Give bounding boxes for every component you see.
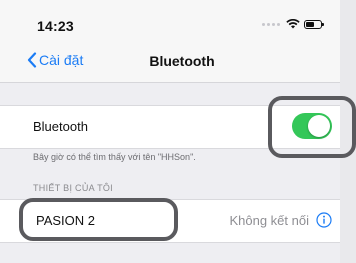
toggle-knob <box>308 115 330 137</box>
status-time: 14:23 <box>37 18 74 34</box>
signal-dots-icon <box>262 22 280 26</box>
wifi-icon <box>286 19 300 29</box>
screen-edge <box>340 0 356 263</box>
bluetooth-row: Bluetooth <box>0 105 340 149</box>
bluetooth-settings-screen: 14:23 Cài đặt Bluetooth Bluetooth Bây gi… <box>0 0 356 263</box>
status-bar: 14:23 <box>0 0 340 40</box>
status-icons <box>262 19 324 29</box>
settings-content: Bluetooth Bây giờ có thể tìm thấy với tê… <box>0 83 340 263</box>
my-devices-header: THIẾT BỊ CỦA TÔI <box>33 183 113 193</box>
discoverable-note: Bây giờ có thể tìm thấy với tên "HHSon". <box>33 152 196 162</box>
device-name: PASION 2 <box>36 213 96 228</box>
bluetooth-toggle[interactable] <box>292 113 332 139</box>
navigation-bar: Cài đặt Bluetooth <box>0 40 340 83</box>
device-status: Không kết nối <box>229 213 309 228</box>
info-icon[interactable] <box>316 212 332 228</box>
bluetooth-row-label: Bluetooth <box>33 119 88 134</box>
battery-icon <box>304 19 324 29</box>
device-row[interactable]: PASION 2 Không kết nối <box>0 199 340 243</box>
page-title: Bluetooth <box>149 53 215 69</box>
